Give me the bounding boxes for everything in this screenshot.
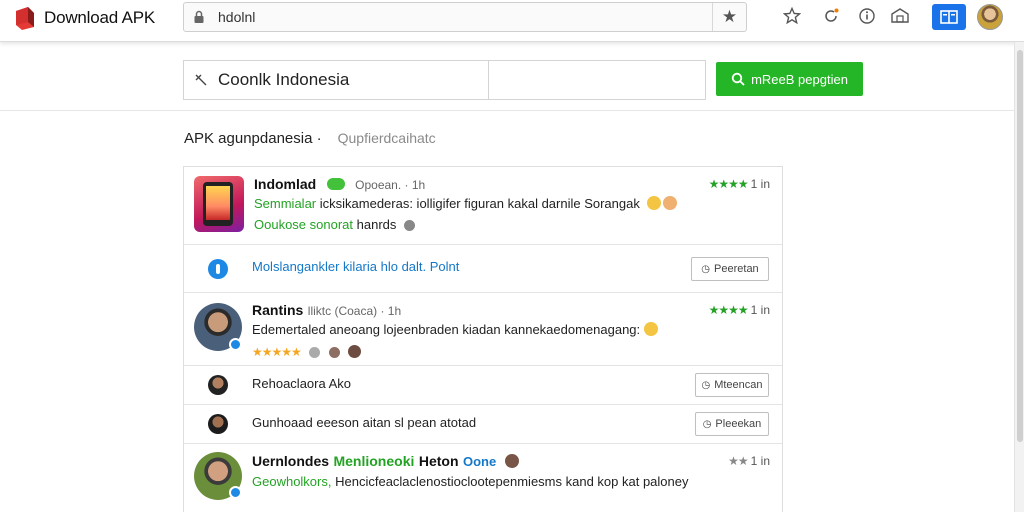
reaction-icon <box>309 347 321 358</box>
rating-num: 1 in <box>750 177 770 191</box>
clock-icon: ◷ <box>701 263 711 275</box>
item-header: Rantins lliktc (Coaca) · 1h <box>252 302 401 320</box>
reply-text[interactable]: Molslangankler kilaria hlo dalt. Polnt <box>252 259 459 274</box>
reply-row[interactable]: Rehoaclaora Ako ◷ Mteencan <box>184 366 782 405</box>
reply-avatar <box>208 375 228 395</box>
item-meta: lliktc (Coaca) · 1h <box>307 304 402 318</box>
reply-avatar-icon <box>208 259 228 279</box>
search-input[interactable] <box>218 61 488 99</box>
tools-icon <box>184 73 218 87</box>
lock-icon <box>184 3 214 31</box>
reply-text[interactable]: Gunhoaad eeeson aitan sl pean atotad <box>252 415 476 430</box>
bookmarks-icon[interactable] <box>932 4 966 30</box>
info-icon[interactable] <box>857 6 877 26</box>
item-rating: ★★★★ 1 in <box>709 177 770 191</box>
breadcrumb-main[interactable]: APK agunpdanesia · <box>184 130 322 147</box>
reply-row[interactable]: Molslangankler kilaria hlo dalt. Polnt ◷… <box>184 245 782 293</box>
reply-avatar <box>208 414 228 434</box>
item-meta: Opoean. · 1h <box>355 178 426 192</box>
reaction-icon <box>328 347 340 358</box>
reaction-icon <box>504 454 519 468</box>
brand-logo-icon <box>16 7 34 30</box>
rating-num: 1 in <box>750 454 770 468</box>
emoji-icon <box>644 322 659 336</box>
verified-badge-icon <box>326 178 345 190</box>
list-item[interactable]: Rantins lliktc (Coaca) · 1h ★★★★ 1 in Ede… <box>184 293 782 366</box>
item-title-highlight[interactable]: Menlioneoki <box>333 453 414 469</box>
reply-text[interactable]: Rehoaclaora Ako <box>252 376 351 391</box>
review-stars: ★★★★★ <box>252 345 302 359</box>
scrollbar-thumb[interactable] <box>1017 50 1023 442</box>
extensions-icon[interactable] <box>890 6 910 26</box>
bookmark-star-icon[interactable]: ★ <box>712 3 746 31</box>
divider <box>0 110 1024 111</box>
more-icon <box>404 220 416 231</box>
search-box <box>183 60 706 100</box>
item-title-tail[interactable]: Heton <box>419 453 459 469</box>
rating-num: 1 in <box>750 303 770 317</box>
desc-highlight: Geowholkors, <box>252 474 332 489</box>
verified-icon <box>229 338 242 351</box>
reply-button-label: Pleeekan <box>715 418 762 430</box>
item-title[interactable]: Uernlondes <box>252 453 329 469</box>
reply-row[interactable]: Gunhoaad eeeson aitan sl pean atotad ◷ P… <box>184 405 782 444</box>
breadcrumb: APK agunpdanesia · Qupfierdcaihatc <box>184 130 436 147</box>
address-bar[interactable]: hdolnl ★ <box>183 2 747 32</box>
item-tag[interactable]: Oone <box>463 454 496 469</box>
list-item[interactable]: Uernlondes Menlioneoki Heton Oone ★★ 1 in… <box>184 444 782 513</box>
reply-button-label: Peeretan <box>714 263 759 275</box>
tag-highlight[interactable]: Ooukose sonorat <box>254 217 353 232</box>
item-description: Edemertaled aneoang lojeenbraden kiadan … <box>252 322 659 337</box>
item-review-stars: ★★★★★ <box>252 343 362 361</box>
scrollbar[interactable] <box>1014 42 1024 512</box>
item-title[interactable]: Indomlad <box>254 176 316 192</box>
star-outline-icon[interactable] <box>782 6 802 26</box>
search-button[interactable]: mReeB pepgtien <box>716 62 863 96</box>
breadcrumb-sub[interactable]: Qupfierdcaihatc <box>338 130 436 146</box>
emoji-icon <box>663 196 678 210</box>
search-icon <box>731 72 745 86</box>
desc-highlight: Semmialar <box>254 196 317 211</box>
rating-stars: ★★★★ <box>708 177 749 191</box>
search-button-label: mReeB pepgtien <box>751 71 848 87</box>
app-icon <box>194 176 244 232</box>
item-rating: ★★★★ 1 in <box>709 303 770 317</box>
desc-text: icksikamederas: iolligifer figuran kakal… <box>319 196 640 211</box>
item-description: Semmialar icksikamederas: iolligifer fig… <box>254 196 678 211</box>
clock-icon: ◷ <box>701 379 711 391</box>
list-item[interactable]: Indomlad Opoean. · 1h ★★★★ 1 in Semmialar… <box>184 167 782 245</box>
search-divider <box>488 60 489 100</box>
rating-stars: ★★★★ <box>708 303 749 317</box>
browser-toolbar: Download APK hdolnl ★ <box>0 0 1024 42</box>
phone-icon <box>203 182 233 226</box>
item-title[interactable]: Rantins <box>252 302 303 318</box>
item-description: Geowholkors, Hencicfeaclaclenostiocloote… <box>252 474 688 489</box>
emoji-icon <box>647 196 662 210</box>
clock-icon: ◷ <box>702 418 712 430</box>
item-tags: Ooukose sonorat hanrds <box>254 217 416 232</box>
profile-avatar[interactable] <box>977 4 1003 30</box>
reply-button[interactable]: ◷ Peeretan <box>691 257 769 281</box>
item-header: Indomlad Opoean. · 1h <box>254 176 425 194</box>
tag-text: hanrds <box>356 217 397 232</box>
reply-button[interactable]: ◷ Mteencan <box>695 373 769 397</box>
verified-icon <box>229 486 242 499</box>
apk-list: Indomlad Opoean. · 1h ★★★★ 1 in Semmialar… <box>183 166 783 512</box>
reply-button[interactable]: ◷ Pleeekan <box>695 412 769 436</box>
reaction-icon <box>348 345 362 358</box>
brand[interactable]: Download APK <box>12 5 155 31</box>
item-header: Uernlondes Menlioneoki Heton Oone <box>252 453 519 471</box>
rating-stars: ★★ <box>728 454 748 468</box>
desc-text: Edemertaled aneoang lojeenbraden kiadan … <box>252 322 641 337</box>
reply-button-label: Mteencan <box>714 379 763 391</box>
brand-title: Download APK <box>44 8 156 27</box>
refresh-icon[interactable] <box>821 6 841 26</box>
url-text[interactable]: hdolnl <box>214 9 712 25</box>
desc-text: Hencicfeaclaclenostioclootepenmiesms kan… <box>335 474 689 489</box>
item-rating: ★★ 1 in <box>728 454 770 468</box>
